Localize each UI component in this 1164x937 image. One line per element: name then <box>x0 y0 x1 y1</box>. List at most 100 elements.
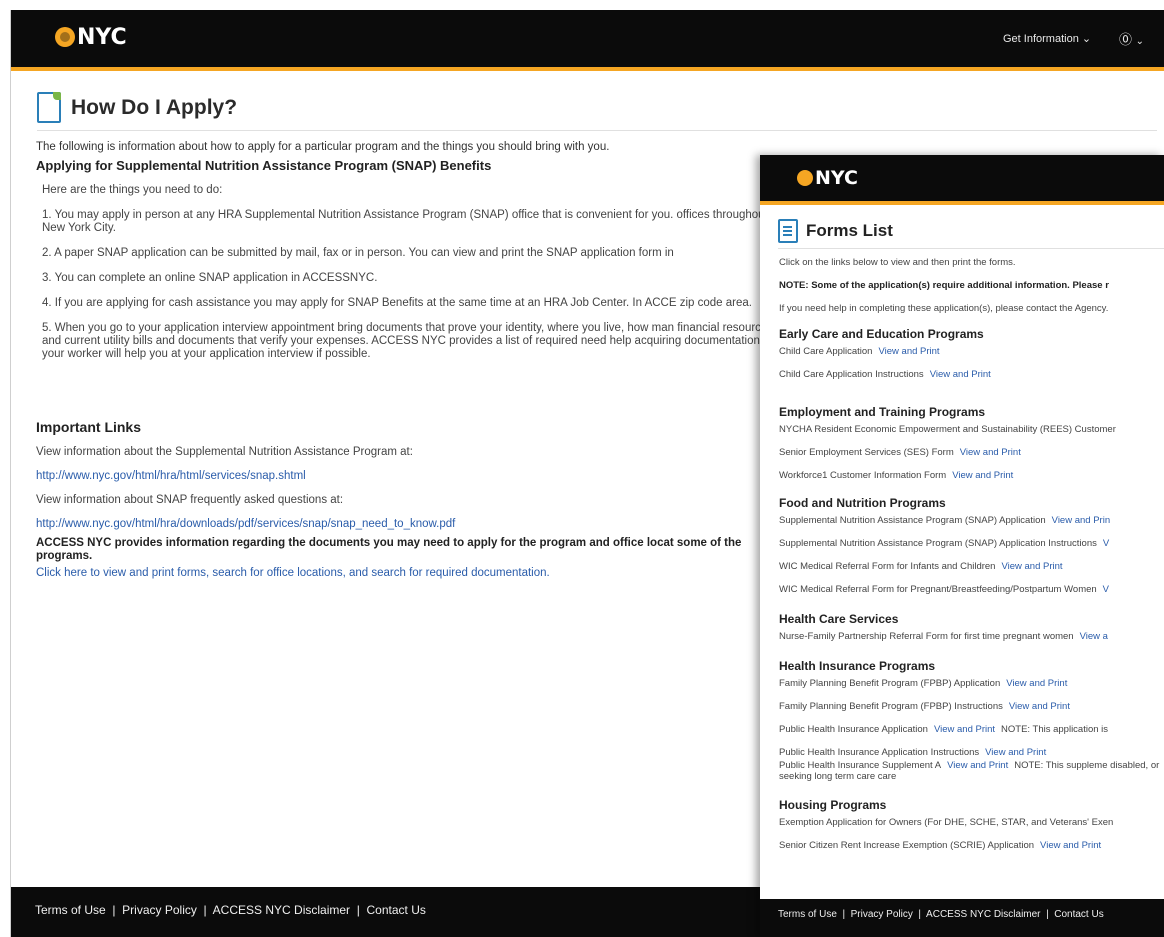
disclaimer-link[interactable]: ACCESS NYC Disclaimer <box>926 909 1040 920</box>
footer-separator: | <box>915 909 924 920</box>
form-item: Exemption Application for Owners (For DH… <box>779 816 1164 839</box>
form-item: Public Health Insurance Application View … <box>779 723 1164 746</box>
form-label: Family Planning Benefit Program (FPBP) I… <box>779 701 1003 712</box>
view-and-print-link[interactable]: View and Prin <box>1052 515 1110 526</box>
view-and-print-link[interactable]: View and Print <box>934 724 995 735</box>
document-icon <box>37 92 61 123</box>
view-and-print-link[interactable]: View and Print <box>947 760 1008 771</box>
category-housing: Housing Programs <box>779 798 887 812</box>
forms-instructions: Click on the links below to view and the… <box>779 257 1016 268</box>
faq-text: View information about SNAP frequently a… <box>36 494 344 506</box>
form-item: Supplemental Nutrition Assistance Progra… <box>779 514 1164 537</box>
forms-top-bar: NYC <box>760 155 1164 205</box>
footer-separator: | <box>109 903 119 917</box>
form-label: Public Health Insurance Application <box>779 724 928 735</box>
view-and-print-link[interactable]: V <box>1103 538 1109 549</box>
view-and-print-link[interactable]: View and Print <box>1009 701 1070 712</box>
category-food-nutrition: Food and Nutrition Programs <box>779 496 946 510</box>
privacy-link[interactable]: Privacy Policy <box>122 903 197 917</box>
form-label: NYCHA Resident Economic Empowerment and … <box>779 424 1116 435</box>
form-item: Public Health Insurance Supplement A View… <box>779 760 1164 796</box>
form-label: Exemption Application for Owners (For DH… <box>779 817 1114 828</box>
chevron-down-icon: ⌄ <box>1081 33 1092 45</box>
section-title: Applying for Supplemental Nutrition Assi… <box>36 158 492 173</box>
page-header: How Do I Apply? <box>37 92 237 123</box>
access-nyc-note: ACCESS NYC provides information regardin… <box>36 537 742 562</box>
contact-link[interactable]: Contact Us <box>367 903 426 917</box>
snap-info-text: View information about the Supplemental … <box>36 446 413 458</box>
form-item: Public Health Insurance Application Inst… <box>779 746 1164 760</box>
forms-list-window: NYC Forms List Click on the links below … <box>760 155 1164 937</box>
privacy-link[interactable]: Privacy Policy <box>851 909 913 920</box>
footer-separator: | <box>353 903 364 917</box>
view-and-print-link[interactable]: View and Print <box>1040 840 1101 851</box>
instruction-step-5: 5. When you go to your application inter… <box>42 322 774 360</box>
form-item: Child Care Application View and Print <box>779 345 1164 368</box>
view-forms-link[interactable]: Click here to view and print forms, sear… <box>36 567 550 579</box>
nyc-logo-dot-icon <box>55 27 75 47</box>
forms-footer: Terms of Use | Privacy Policy | ACCESS N… <box>760 899 1164 937</box>
nyc-logo-text: NYC <box>77 24 127 50</box>
chevron-down-icon: ⌄ <box>1135 36 1145 47</box>
forms-title: Forms List <box>806 221 893 240</box>
view-and-print-link[interactable]: View and Print <box>960 447 1021 458</box>
category-early-care: Early Care and Education Programs <box>779 327 984 341</box>
forms-header: Forms List <box>778 219 893 243</box>
view-and-print-link[interactable]: View and Print <box>1001 561 1062 572</box>
form-label: Senior Citizen Rent Increase Exemption (… <box>779 840 1035 851</box>
category-employment: Employment and Training Programs <box>779 405 986 419</box>
footer-links: Terms of Use | Privacy Policy | ACCESS N… <box>778 909 1104 920</box>
form-item: Family Planning Benefit Program (FPBP) I… <box>779 700 1164 723</box>
form-label: Child Care Application <box>779 346 873 357</box>
form-label: Senior Employment Services (SES) Form <box>779 447 954 458</box>
view-and-print-link[interactable]: View and Print <box>985 747 1046 758</box>
top-navigation-bar: NYC Get Information ⌄ ⓪ ⌄ <box>11 10 1164 71</box>
form-item: WIC Medical Referral Form for Pregnant/B… <box>779 583 1164 606</box>
form-item: NYCHA Resident Economic Empowerment and … <box>779 423 1164 446</box>
nyc-logo-dot-icon <box>797 170 813 186</box>
instruction-step-2: 2. A paper SNAP application can be submi… <box>42 247 674 259</box>
category-health-care: Health Care Services <box>779 612 899 626</box>
instruction-step-4: 4. If you are applying for cash assistan… <box>42 297 752 309</box>
instructions-lead: Here are the things you need to do: <box>42 184 223 196</box>
instruction-step-1: 1. You may apply in person at any HRA Su… <box>42 209 768 234</box>
form-label: Family Planning Benefit Program (FPBP) A… <box>779 678 1001 689</box>
divider <box>778 248 1164 249</box>
form-label: WIC Medical Referral Form for Infants an… <box>779 561 996 572</box>
forms-note: NOTE: Some of the application(s) require… <box>779 280 1109 291</box>
page-title: How Do I Apply? <box>71 95 238 119</box>
nav-get-information-label: Get Information <box>1003 33 1079 45</box>
intro-text: The following is information about how t… <box>36 141 610 153</box>
footer-separator: | <box>200 903 210 917</box>
nyc-logo[interactable]: NYC <box>797 167 858 189</box>
view-and-print-link[interactable]: View and Print <box>878 346 939 357</box>
nyc-logo[interactable]: NYC <box>55 24 127 50</box>
form-label: WIC Medical Referral Form for Pregnant/B… <box>779 584 1097 595</box>
view-and-print-link[interactable]: View and Print <box>952 470 1013 481</box>
instruction-step-3: 3. You can complete an online SNAP appli… <box>42 272 378 284</box>
view-and-print-link[interactable]: View a <box>1080 631 1108 642</box>
view-and-print-link[interactable]: View and Print <box>1006 678 1067 689</box>
terms-link[interactable]: Terms of Use <box>35 903 106 917</box>
view-and-print-link[interactable]: V <box>1103 584 1109 595</box>
faq-link[interactable]: http://www.nyc.gov/html/hra/downloads/pd… <box>36 518 455 530</box>
form-item: Senior Citizen Rent Increase Exemption (… <box>779 839 1164 862</box>
terms-link[interactable]: Terms of Use <box>778 909 837 920</box>
form-label: Nurse-Family Partnership Referral Form f… <box>779 631 1074 642</box>
form-item: WIC Medical Referral Form for Infants an… <box>779 560 1164 583</box>
view-and-print-link[interactable]: View and Print <box>930 369 991 380</box>
question-circle-icon: ⓪ <box>1119 32 1133 47</box>
form-item: Supplemental Nutrition Assistance Progra… <box>779 537 1164 560</box>
nav-get-information[interactable]: Get Information ⌄ <box>1003 32 1091 45</box>
form-label: Public Health Insurance Application Inst… <box>779 747 980 758</box>
forms-list: Click on the links below to view and the… <box>779 256 1164 862</box>
form-label: Child Care Application Instructions <box>779 369 924 380</box>
nyc-logo-text: NYC <box>815 167 858 189</box>
important-links-title: Important Links <box>36 419 142 435</box>
form-item: Family Planning Benefit Program (FPBP) A… <box>779 677 1164 700</box>
contact-link[interactable]: Contact Us <box>1054 909 1103 920</box>
help-menu[interactable]: ⓪ ⌄ <box>1119 29 1144 48</box>
divider <box>37 130 1157 131</box>
disclaimer-link[interactable]: ACCESS NYC Disclaimer <box>213 903 350 917</box>
snap-info-link[interactable]: http://www.nyc.gov/html/hra/html/service… <box>36 470 306 482</box>
